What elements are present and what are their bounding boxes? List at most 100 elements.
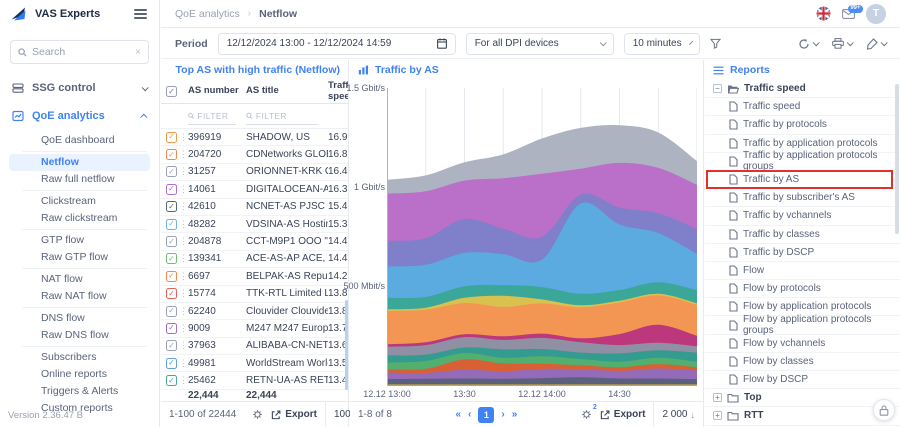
row-checkbox[interactable]: ✓: [166, 132, 177, 143]
print-button[interactable]: [832, 38, 852, 49]
table-scrollbar[interactable]: [345, 300, 348, 390]
table-row[interactable]: ✓ ⋮ 49981 WorldStream WorldStr 13.5: [161, 355, 348, 372]
select-all-checkbox[interactable]: ✓: [166, 86, 177, 97]
drag-handle-icon[interactable]: ⋮: [179, 166, 188, 177]
tree-expander[interactable]: −: [713, 84, 722, 93]
report-tree-item-traffic-by-protocols[interactable]: Traffic by protocols: [705, 116, 900, 134]
uk-flag-language-icon[interactable]: [816, 6, 831, 21]
report-tree-item-traffic-by-as[interactable]: Traffic by AS: [705, 171, 900, 189]
first-page-button[interactable]: «: [455, 409, 461, 420]
table-row[interactable]: ✓ ⋮ 396919 SHADOW, US 16.9: [161, 129, 348, 146]
tree-expander[interactable]: +: [713, 393, 722, 402]
table-settings-button[interactable]: [252, 409, 263, 420]
next-page-button[interactable]: ›: [501, 409, 504, 420]
row-checkbox[interactable]: ✓: [166, 375, 177, 386]
sidebar-item-online-reports[interactable]: Online reports: [9, 366, 150, 383]
sidebar-group-ssg-control[interactable]: SSG control: [0, 74, 159, 102]
table-row[interactable]: ✓ ⋮ 6697 BELPAK-AS Republican 14.2: [161, 268, 348, 285]
lock-floating-button[interactable]: [873, 399, 895, 421]
sidebar-item-raw-full-netflow[interactable]: Raw full netflow: [9, 171, 150, 188]
breadcrumb-parent[interactable]: QoE analytics: [175, 8, 240, 20]
sidebar-item-gtp-flow[interactable]: GTP flow: [9, 232, 150, 249]
drag-handle-icon[interactable]: ⋮: [179, 253, 188, 264]
column-header-as-number[interactable]: AS number: [188, 86, 246, 96]
drag-handle-icon[interactable]: ⋮: [179, 358, 188, 369]
table-row[interactable]: ✓ ⋮ 42610 NCNET-AS PJSC Roste 15.4: [161, 199, 348, 216]
sidebar-item-netflow[interactable]: Netflow: [9, 154, 150, 171]
sidebar-item-dns-flow[interactable]: DNS flow: [9, 310, 150, 327]
drag-handle-icon[interactable]: ⋮: [179, 236, 188, 247]
report-tree-item-traffic-by-application-protocols-groups[interactable]: Traffic by application protocols groups: [705, 153, 900, 171]
dpi-devices-select[interactable]: For all DPI devices: [466, 33, 614, 55]
as-number-filter[interactable]: [188, 108, 236, 125]
sidebar-item-raw-gtp-flow[interactable]: Raw GTP flow: [9, 249, 150, 266]
clear-search-icon[interactable]: ×: [135, 47, 141, 58]
sidebar-item-raw-nat-flow[interactable]: Raw NAT flow: [9, 288, 150, 305]
row-checkbox[interactable]: ✓: [166, 236, 177, 247]
row-checkbox[interactable]: ✓: [166, 306, 177, 317]
row-checkbox[interactable]: ✓: [166, 253, 177, 264]
sidebar-search[interactable]: ×: [10, 40, 149, 64]
table-row[interactable]: ✓ ⋮ 25462 RETN-UA-AS RETN Limi 13.4: [161, 372, 348, 389]
report-tree-item-flow-by-application-protocols-groups[interactable]: Flow by application protocols groups: [705, 316, 900, 334]
table-row[interactable]: ✓ ⋮ 14061 DIGITALOCEAN-ASN, U 16.3: [161, 181, 348, 198]
row-checkbox[interactable]: ✓: [166, 323, 177, 334]
sidebar-item-clickstream[interactable]: Clickstream: [9, 193, 150, 210]
report-tree-item-traffic-by-classes[interactable]: Traffic by classes: [705, 226, 900, 244]
row-checkbox[interactable]: ✓: [166, 271, 177, 282]
drag-handle-icon[interactable]: ⋮: [179, 306, 188, 317]
drag-handle-icon[interactable]: ⋮: [179, 271, 188, 282]
avatar[interactable]: T: [866, 4, 886, 24]
report-tree-item-rtt[interactable]: + RTT: [705, 407, 900, 425]
drag-handle-icon[interactable]: ⋮: [179, 375, 188, 386]
sidebar-item-nat-flow[interactable]: NAT flow: [9, 271, 150, 288]
table-export-button[interactable]: Export: [271, 409, 317, 420]
current-page-button[interactable]: 1: [478, 407, 494, 423]
sidebar-group-qoe-analytics[interactable]: QoE analytics: [0, 102, 159, 130]
as-title-filter[interactable]: [246, 108, 318, 125]
row-checkbox[interactable]: ✓: [166, 184, 177, 195]
row-checkbox[interactable]: ✓: [166, 340, 177, 351]
table-row[interactable]: ✓ ⋮ 204720 CDNetworks GLOBAL ( 16.8: [161, 146, 348, 163]
drag-handle-icon[interactable]: ⋮: [179, 323, 188, 334]
chart-settings-button[interactable]: 2: [581, 409, 592, 420]
table-row[interactable]: ✓ ⋮ 62240 Clouvider Clouvider Lir 13.8: [161, 303, 348, 320]
sidebar-item-raw-dns-flow[interactable]: Raw DNS flow: [9, 327, 150, 344]
table-row[interactable]: ✓ ⋮ 139341 ACE-AS-AP ACE, SG 14.4: [161, 251, 348, 268]
table-row[interactable]: ✓ ⋮ 48282 VDSINA-AS Hosting te 15.3: [161, 216, 348, 233]
reports-scrollbar[interactable]: [895, 84, 899, 234]
sidebar-item-qoe-dashboard[interactable]: QoE dashboard: [9, 132, 150, 149]
report-tree-item-flow[interactable]: Flow: [705, 262, 900, 280]
interval-select[interactable]: 10 minutes: [624, 33, 700, 55]
sidebar-item-raw-clickstream[interactable]: Raw clickstream: [9, 210, 150, 227]
sidebar-item-subscribers[interactable]: Subscribers: [9, 349, 150, 366]
report-tree-item-traffic-by-dscp[interactable]: Traffic by DSCP: [705, 244, 900, 262]
drag-handle-icon[interactable]: ⋮: [179, 340, 188, 351]
style-button[interactable]: [866, 38, 886, 50]
column-header-as-title[interactable]: AS title: [246, 86, 328, 96]
search-input[interactable]: [32, 46, 130, 58]
row-checkbox[interactable]: ✓: [166, 201, 177, 212]
hamburger-menu-icon[interactable]: [132, 7, 149, 21]
table-row[interactable]: ✓ ⋮ 204878 CCT-M9P1 OOO "Sovre 14.4: [161, 233, 348, 250]
refresh-button[interactable]: [798, 38, 818, 50]
chart-page-size-select[interactable]: 2 000 ↓: [653, 402, 695, 427]
notifications-button[interactable]: 99+: [842, 9, 855, 19]
table-row[interactable]: ✓ ⋮ 9009 M247 M247 Europe SRL 13.7: [161, 320, 348, 337]
drag-handle-icon[interactable]: ⋮: [179, 184, 188, 195]
tree-expander[interactable]: +: [713, 411, 722, 420]
row-checkbox[interactable]: ✓: [166, 288, 177, 299]
report-tree-item-flow-by-classes[interactable]: Flow by classes: [705, 353, 900, 371]
report-tree-item-traffic-by-vchannels[interactable]: Traffic by vchannels: [705, 207, 900, 225]
drag-handle-icon[interactable]: ⋮: [179, 201, 188, 212]
report-tree-item-flow-by-protocols[interactable]: Flow by protocols: [705, 280, 900, 298]
row-checkbox[interactable]: ✓: [166, 358, 177, 369]
report-tree-item-traffic-speed[interactable]: Traffic speed: [705, 98, 900, 116]
report-tree-item-traffic-speed[interactable]: − Traffic speed: [705, 80, 900, 98]
table-row[interactable]: ✓ ⋮ 37963 ALIBABA-CN-NET Hang 13.6: [161, 338, 348, 355]
drag-handle-icon[interactable]: ⋮: [179, 219, 188, 230]
funnel-filter-icon[interactable]: [710, 38, 721, 49]
table-row[interactable]: ✓ ⋮ 31257 ORIONNET-KRK Orion T 16.4: [161, 164, 348, 181]
report-tree-item-top[interactable]: + Top: [705, 389, 900, 407]
chart-export-button[interactable]: Export: [600, 409, 646, 420]
